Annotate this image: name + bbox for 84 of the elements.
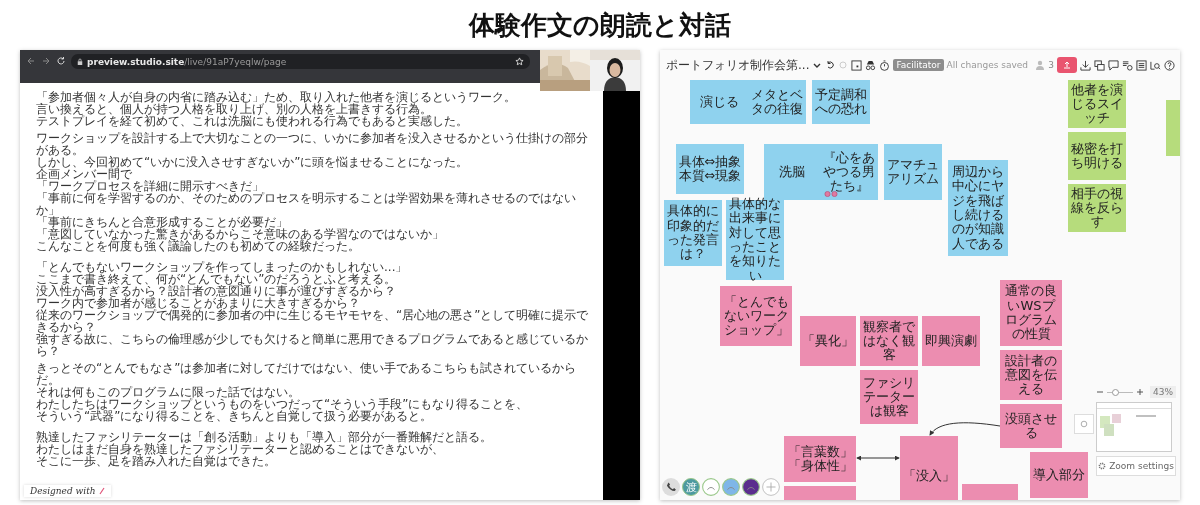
notes-icon[interactable] xyxy=(1122,59,1133,71)
timer-icon[interactable] xyxy=(879,59,891,71)
sticky-note[interactable]: 没頭させる xyxy=(1000,404,1062,448)
sticky-note[interactable]: 秘密を打ち明ける xyxy=(1068,132,1126,180)
body-text: 従来のワークショップで偶発的に参加者の中に生じるモヤモヤを、“居心地の悪さ”として明確に提示できるから？ xyxy=(36,309,590,333)
address-bar[interactable]: preview.studio.site/live/91aP7yeqlw/page xyxy=(71,54,530,69)
body-text: 「参加者個々人が自身の内省に踏み込む」ため、取り入れた他者を演じるというワーク。 xyxy=(36,91,517,103)
body-text: ワークショップを設計する上で大切なことの一つに、いかに参加者を没入させるかという仕掛けの部分がある。 xyxy=(36,132,589,156)
comment-icon[interactable] xyxy=(1108,59,1119,71)
body-text: ここまで書き終えて、何が“とんでもない”のだろうとふと考える。 xyxy=(36,273,398,285)
sticky-note[interactable]: 具体⇔抽象本質⇔現象 xyxy=(676,144,744,194)
slash-icon xyxy=(98,487,105,495)
url-host: preview.studio.site xyxy=(87,56,185,67)
sticky-note[interactable]: 具体的に印象的だった発言は？ xyxy=(664,200,722,266)
sticky-note[interactable]: 演じる xyxy=(690,80,748,124)
body-text: きっとその“とんでもなさ”は参加者に対してだけではない、使い手であるこちらも試されているからだ。 xyxy=(36,362,578,386)
sticky-note[interactable]: 即興演劇 xyxy=(922,316,980,366)
sticky-note[interactable]: 『心をあやつる男たち』 xyxy=(820,144,878,200)
body-text: 強すぎる故に、こちらの倫理感が少しでも欠けると簡単に悪用できるプログラムであると感じているから？ xyxy=(36,333,589,357)
user-count: 3 xyxy=(1048,60,1054,70)
body-text: テストプレイを経て初めて、これは洗脳にも使われる行為でもあると実感した。 xyxy=(36,115,469,127)
body-text: それは何もこのプログラムに限った話ではない。 xyxy=(36,386,301,398)
body-text: 言い換えると、個人が持つ人格を取り上げ、別の人格を上書きする行為。 xyxy=(36,103,433,115)
zoom-in-icon[interactable] xyxy=(1136,388,1144,396)
url-path: /live/91aP7yeqlw/page xyxy=(184,56,287,67)
sticky-note[interactable]: 相手の視線を反らす xyxy=(1068,184,1126,232)
slide-title: 体験作文の朗読と対話 xyxy=(469,9,731,42)
body-text: わたしはまだ自身を熟達したファシリテーターと認めることはできないが、 xyxy=(36,443,444,455)
forward-icon[interactable] xyxy=(41,56,51,66)
sticky-note[interactable]: アマチュアリズム xyxy=(884,144,942,200)
sticky-note[interactable]: 設計者の意図を伝える xyxy=(1000,350,1062,400)
connector-arrow xyxy=(929,422,1001,436)
sticky-note[interactable]: 洗脳 xyxy=(764,144,820,200)
sticky-note[interactable]: 「とんでもないワークショップ」 xyxy=(720,286,792,346)
user-icon xyxy=(1035,60,1046,70)
sticky-note[interactable]: 予定調和への恐れ xyxy=(812,80,870,124)
body-text: 「事前にきちんと合意形成することが必要だ」 xyxy=(36,216,288,228)
zoom-settings-button[interactable]: Zoom settings xyxy=(1096,456,1176,476)
reload-icon[interactable] xyxy=(56,56,66,66)
sticky-note[interactable]: ファシリテーターは観客 xyxy=(860,370,918,424)
board-title[interactable]: ポートフォリオ制作会第... xyxy=(666,56,810,74)
star-icon[interactable] xyxy=(515,57,524,66)
help-icon[interactable] xyxy=(1164,59,1175,71)
body-text: 「ワークプロセスを詳細に開示すべきだ」 xyxy=(36,180,264,192)
back-icon[interactable] xyxy=(26,56,36,66)
body-text: そこに一歩、足を踏み入れた自覚はできた。 xyxy=(36,455,277,467)
sticky-note[interactable]: 通常の良いWSプログラムの性質 xyxy=(1000,280,1062,346)
phone-icon[interactable] xyxy=(662,478,680,496)
connector-arrow xyxy=(856,455,900,461)
body-text: こんなことを何度も強く議論したのも初めての経験だった。 xyxy=(36,240,360,252)
zoom-out-icon[interactable] xyxy=(1096,388,1104,396)
gear-icon xyxy=(1098,462,1107,470)
list-icon[interactable] xyxy=(1136,59,1147,71)
sticky-note[interactable]: 他者を演じるスイッチ xyxy=(1068,80,1126,128)
lock-icon xyxy=(77,57,83,66)
upload-icon xyxy=(1062,60,1072,70)
body-text: 「意図していなかった驚きがあるからこそ意味のある学習なのではないか」 xyxy=(36,228,445,240)
sticky-note[interactable]: 周辺から中心にヤジを飛ばし続けるのが知識人である xyxy=(948,160,1008,256)
avatar-icon[interactable] xyxy=(742,478,760,496)
undo-icon[interactable] xyxy=(825,60,836,70)
body-text: 熟達したファシリテーターは「創る活動」よりも「導入」部分が一番難解だと語る。 xyxy=(36,431,493,443)
search-icon[interactable] xyxy=(1150,59,1161,71)
sticky-note[interactable]: 「言葉数」「身体性」 xyxy=(784,436,856,482)
sticky-note[interactable]: 「異化」 xyxy=(800,316,856,366)
body-text: 没入性が高すぎるから？設計者の意図通りに事が運びすぎるから？ xyxy=(36,285,397,297)
sticky-note[interactable]: 「没入」 xyxy=(900,436,958,500)
download-icon[interactable] xyxy=(1080,59,1091,71)
sticky-note[interactable]: 導入部分 xyxy=(1030,452,1088,498)
zoom-level: 43% xyxy=(1150,386,1176,398)
sticky-note[interactable]: メタとベタの往復 xyxy=(748,80,806,124)
body-text: 「とんでもないワークショップを作ってしまったのかもしれない...」 xyxy=(36,261,409,273)
designed-with-badge[interactable]: Designed with xyxy=(24,485,111,497)
save-status: All changes saved xyxy=(946,60,1029,70)
body-text: そういう“武器”になり得ることを、きちんと自覚して扱う必要があると。 xyxy=(36,410,433,422)
body-text: わたしたちはワークショップというものをいつだって“そういう手段”にもなり得ることを、 xyxy=(36,398,530,410)
body-text: ワーク内で参加者が感じることがあまりに大きすぎるから？ xyxy=(36,297,360,309)
body-text: 「事前に何を学習するのか、そのためのプロセスを明示することは学習効果を薄れさせるのではないか」 xyxy=(36,192,577,216)
frame-icon[interactable] xyxy=(851,59,863,71)
body-text: 企画メンバー間で xyxy=(36,168,132,180)
spy-icon[interactable] xyxy=(865,59,877,71)
facilitator-badge: Facilitator xyxy=(893,59,944,71)
sticky-note[interactable]: 観察者ではなく観客 xyxy=(860,316,918,366)
body-text: しかし、今回初めて“いかに没入させすぎないか”に頭を悩ませることになった。 xyxy=(36,156,470,168)
cards-icon[interactable] xyxy=(1094,59,1105,71)
